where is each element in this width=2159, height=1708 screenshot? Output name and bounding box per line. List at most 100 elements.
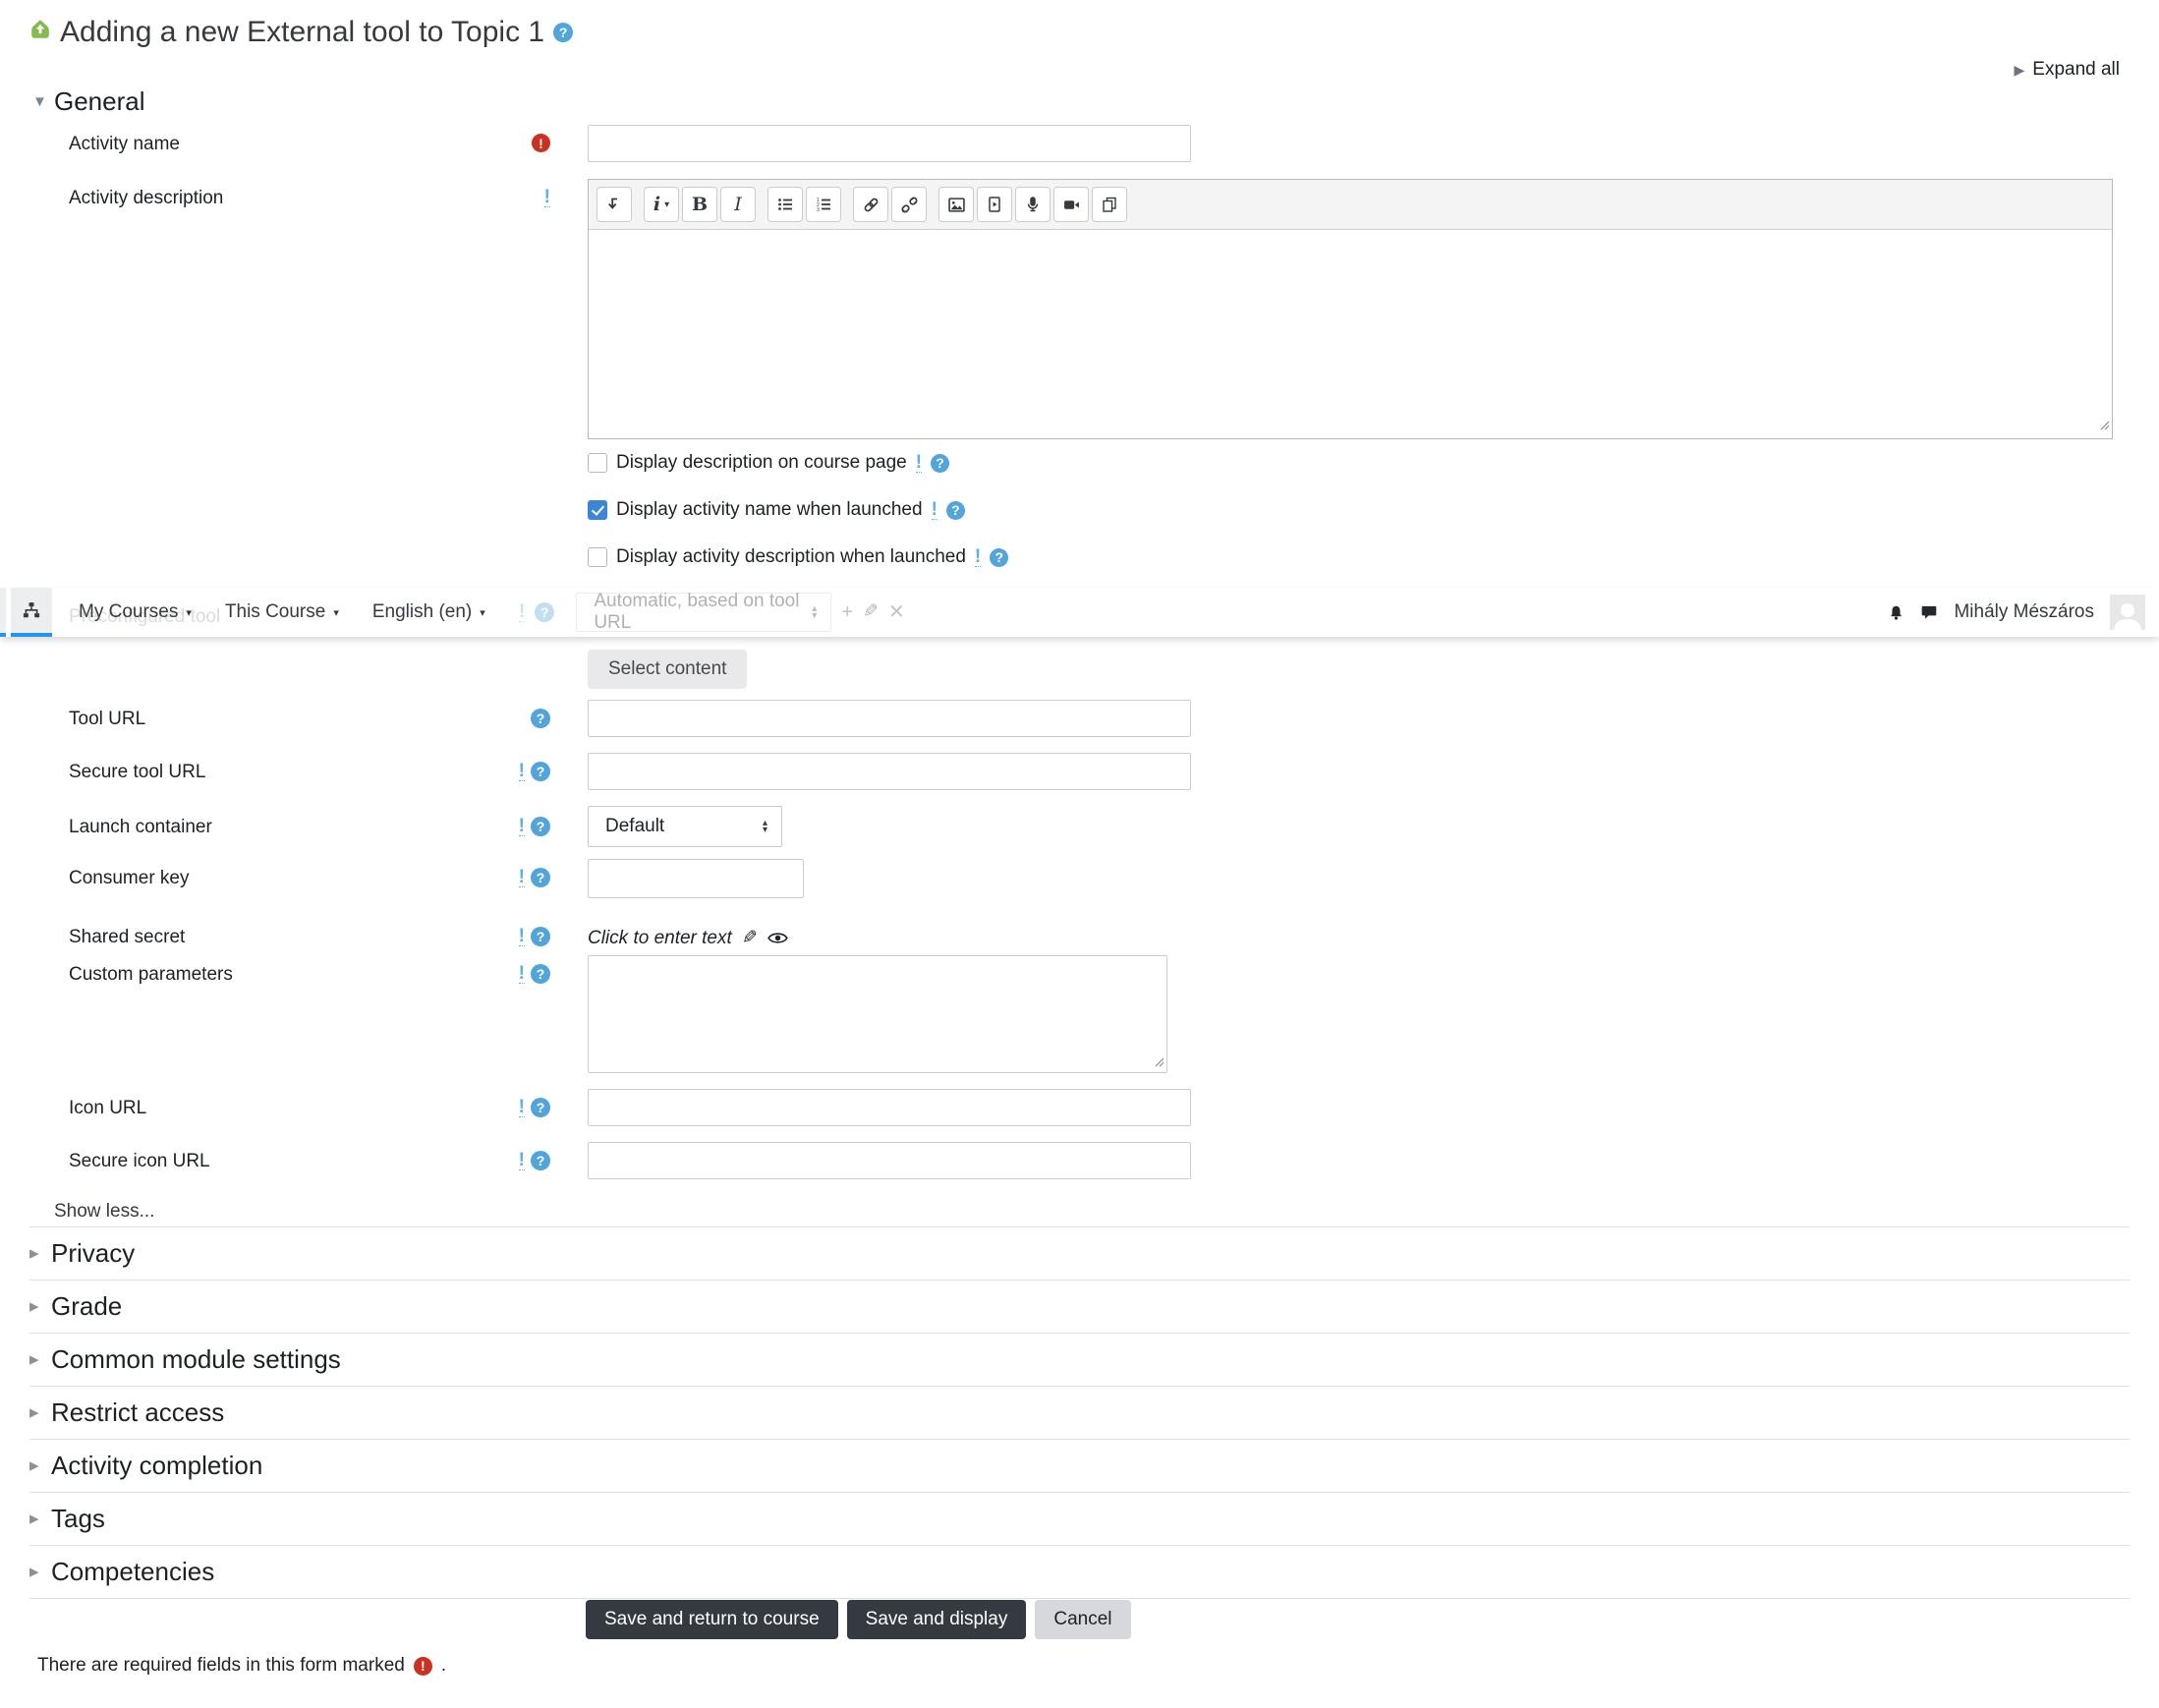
info-icon: ! xyxy=(518,926,525,946)
chevron-right-icon: ▸ xyxy=(29,1562,39,1582)
nav-my-courses[interactable]: My Courses ▾ xyxy=(62,588,208,637)
cancel-button[interactable]: Cancel xyxy=(1035,1600,1131,1639)
record-video-icon[interactable] xyxy=(1053,187,1089,222)
consumer-key-label: Consumer key xyxy=(69,868,190,888)
navbar-overlap-zone: Preconfigured tool My Courses▾ This Cour… xyxy=(0,588,2159,690)
record-audio-icon[interactable] xyxy=(1015,187,1051,222)
help-icon[interactable]: ? xyxy=(990,547,1009,567)
info-icon: ! xyxy=(519,601,526,622)
help-icon[interactable]: ? xyxy=(531,817,550,836)
required-fields-note: There are required fields in this form m… xyxy=(37,1655,447,1676)
resize-handle[interactable] xyxy=(2098,415,2110,436)
checkbox[interactable] xyxy=(588,500,607,520)
shared-secret-label: Shared secret xyxy=(69,927,186,947)
row-secure-icon-url: Secure icon URL !? xyxy=(0,1142,2159,1179)
info-icon: ! xyxy=(915,452,923,473)
help-icon[interactable]: ? xyxy=(531,1098,550,1117)
row-activity-description: Activity description ! i ▾ B I 1 2 3 xyxy=(0,179,2159,439)
section-header-common-module-settings[interactable]: ▸ Common module settings xyxy=(29,1333,2130,1386)
unordered-list-icon[interactable] xyxy=(767,187,803,222)
page: Adding a new External tool to Topic 1 ? … xyxy=(0,0,2159,1708)
edit-tool-icon: ✎ xyxy=(863,601,879,622)
section-header-restrict-access[interactable]: ▸ Restrict access xyxy=(29,1386,2130,1439)
row-tool-url: Tool URL ? xyxy=(0,700,2159,737)
row-custom-parameters: Custom parameters !? xyxy=(0,955,2159,1079)
avatar[interactable] xyxy=(2110,595,2145,630)
unlink-icon[interactable] xyxy=(891,187,927,222)
checkbox[interactable] xyxy=(588,547,607,567)
preconfigured-tool-select[interactable]: Automatic, based on tool URL ▴ ▾ xyxy=(576,591,832,633)
eye-icon[interactable] xyxy=(767,931,788,945)
bell-icon[interactable] xyxy=(1888,603,1904,622)
delete-tool-icon: ✕ xyxy=(887,601,905,623)
tool-url-input[interactable] xyxy=(588,700,1191,737)
row-consumer-key: Consumer key !? xyxy=(0,859,2159,898)
checkbox-row-display-description: Display description on course page ! ? xyxy=(588,452,950,474)
link-icon[interactable] xyxy=(853,187,888,222)
help-icon[interactable]: ? xyxy=(931,453,950,473)
nav-this-course[interactable]: This Course ▾ xyxy=(208,588,356,637)
help-icon[interactable]: ? xyxy=(535,602,555,622)
editor-content-area[interactable] xyxy=(589,230,2112,438)
section-header-competencies[interactable]: ▸ Competencies xyxy=(29,1545,2130,1599)
section-header-activity-completion[interactable]: ▸ Activity completion xyxy=(29,1439,2130,1492)
row-launch-container: Launch container !? Default ▴ ▾ xyxy=(0,806,2159,847)
manage-files-icon[interactable] xyxy=(1092,187,1127,222)
secure-icon-url-input[interactable] xyxy=(588,1142,1191,1179)
show-less-link[interactable]: Show less... xyxy=(54,1201,154,1223)
italic-icon[interactable]: I xyxy=(720,187,756,222)
user-menu[interactable]: Mihály Mészáros xyxy=(1954,601,2094,623)
save-and-return-button[interactable]: Save and return to course xyxy=(586,1600,838,1639)
row-shared-secret: Shared secret !? Click to enter text ✎ xyxy=(0,918,2159,949)
section-header-tags[interactable]: ▸ Tags xyxy=(29,1492,2130,1545)
shared-secret-edit-link[interactable]: Click to enter text xyxy=(588,928,732,949)
info-icon: ! xyxy=(931,499,937,520)
image-icon[interactable] xyxy=(938,187,974,222)
external-tool-icon xyxy=(29,18,51,47)
secure-tool-url-input[interactable] xyxy=(588,753,1191,790)
media-icon[interactable] xyxy=(977,187,1012,222)
expand-all-link[interactable]: ▶ Expand all xyxy=(2014,59,2120,81)
nav-tab-fragment[interactable] xyxy=(0,588,6,637)
help-icon[interactable]: ? xyxy=(531,868,550,887)
svg-text:3: 3 xyxy=(817,207,820,212)
ordered-list-icon[interactable]: 123 xyxy=(806,187,841,222)
form-actions: Save and return to course Save and displ… xyxy=(586,1600,1131,1639)
secure-icon-url-label: Secure icon URL xyxy=(69,1151,210,1171)
help-icon[interactable]: ? xyxy=(531,709,550,728)
help-icon[interactable]: ? xyxy=(531,964,550,984)
section-header-general[interactable]: ▼ General xyxy=(32,86,145,117)
help-icon[interactable]: ? xyxy=(531,762,550,781)
checkbox-row-display-activity-name: Display activity name when launched ! ? xyxy=(588,499,965,521)
checkbox[interactable] xyxy=(588,453,607,473)
collapse-toolbar-icon[interactable] xyxy=(597,187,632,222)
chevron-right-icon: ▸ xyxy=(29,1509,39,1529)
custom-parameters-textarea[interactable] xyxy=(588,955,1167,1073)
paragraph-styles-icon[interactable]: i ▾ xyxy=(644,187,679,222)
help-icon[interactable]: ? xyxy=(945,500,965,520)
consumer-key-input[interactable] xyxy=(588,859,804,898)
navbar: My Courses ▾ This Course ▾ English (en) ▾ M… xyxy=(0,588,2159,637)
resize-handle[interactable] xyxy=(1153,1052,1165,1073)
info-icon: ! xyxy=(543,187,550,207)
help-icon[interactable]: ? xyxy=(531,927,550,946)
messages-icon[interactable] xyxy=(1920,603,1938,621)
select-arrows-icon: ▴ ▾ xyxy=(812,603,818,621)
icon-url-input[interactable] xyxy=(588,1089,1191,1126)
select-content-button[interactable]: Select content xyxy=(588,650,748,689)
bold-icon[interactable]: B xyxy=(682,187,717,222)
section-header-privacy[interactable]: ▸ Privacy xyxy=(29,1226,2130,1280)
pencil-icon[interactable]: ✎ xyxy=(742,927,758,949)
sitemap-icon[interactable] xyxy=(11,588,52,637)
help-icon[interactable]: ? xyxy=(553,23,574,42)
chevron-right-icon: ▸ xyxy=(29,1243,39,1264)
activity-name-input[interactable] xyxy=(588,125,1191,162)
save-and-display-button[interactable]: Save and display xyxy=(846,1600,1027,1639)
info-icon: ! xyxy=(518,761,525,781)
help-icon[interactable]: ? xyxy=(531,1151,550,1170)
section-header-grade[interactable]: ▸ Grade xyxy=(29,1280,2130,1333)
launch-container-select[interactable]: Default ▴ ▾ xyxy=(588,806,782,847)
chevron-right-icon: ▸ xyxy=(29,1349,39,1370)
caret-down-icon: ▾ xyxy=(480,606,485,619)
nav-language[interactable]: English (en) ▾ xyxy=(356,588,502,637)
